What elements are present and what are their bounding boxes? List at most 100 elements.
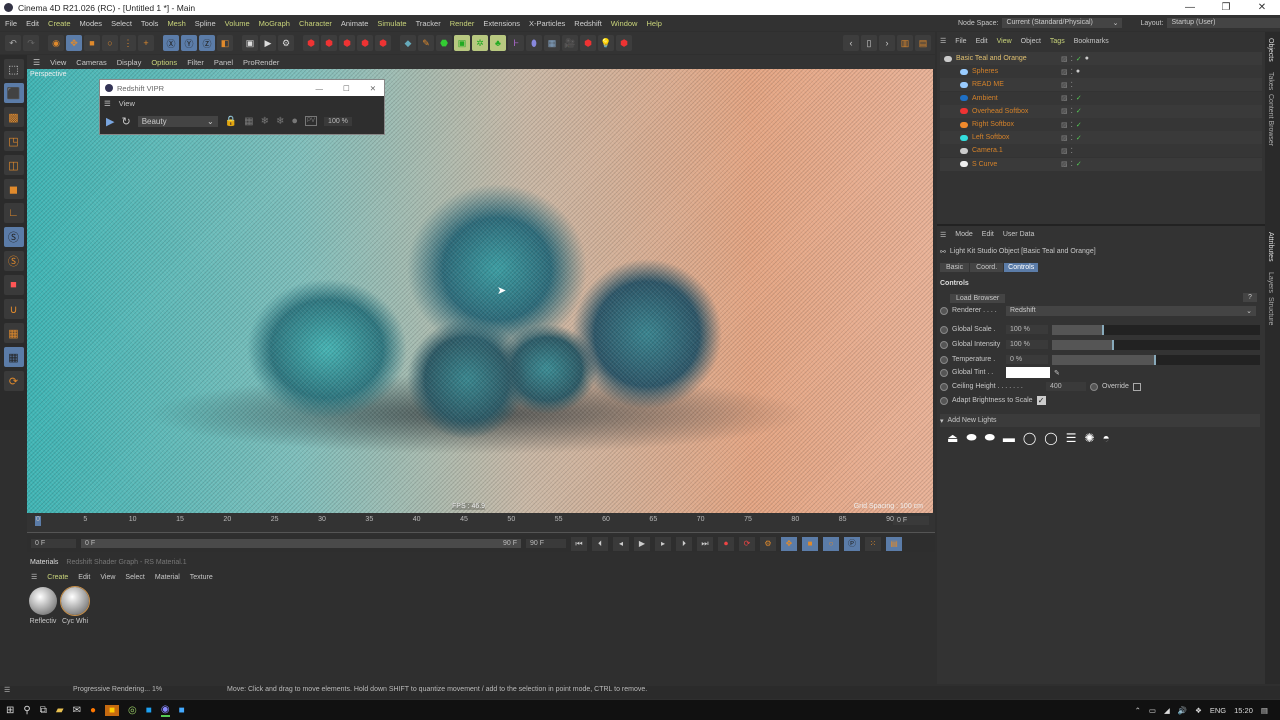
make-editable-icon[interactable]: ⬚: [3, 59, 24, 79]
vipr-close-button[interactable]: ✕: [370, 84, 376, 93]
ceiling-height-field[interactable]: 400: [1046, 382, 1086, 391]
object-row[interactable]: Spheres ▨ ⁚ ●: [940, 65, 1262, 79]
objects-menu-view[interactable]: View: [997, 38, 1012, 45]
materials-menu-select[interactable]: Select: [125, 574, 144, 581]
animate-radio[interactable]: [940, 340, 948, 349]
dropbox-icon[interactable]: ❖: [1195, 706, 1202, 715]
file-explorer-icon[interactable]: ▰: [56, 705, 64, 716]
model-mode-icon[interactable]: ⬛: [3, 83, 24, 103]
menu-help[interactable]: Help: [646, 19, 661, 28]
timeline-icon[interactable]: ▤: [886, 536, 902, 551]
minimize-button[interactable]: —: [1172, 0, 1208, 15]
light-icon[interactable]: 💡: [598, 35, 614, 51]
object-row[interactable]: S Curve ▨ ⁚ ✓: [940, 157, 1262, 171]
points-mode-icon[interactable]: ◳: [3, 131, 24, 151]
materials-menu-material[interactable]: Material: [155, 574, 180, 581]
solo-mode-icon[interactable]: Ⓢ: [3, 251, 24, 271]
node-space-dropdown[interactable]: Current (Standard/Physical) ⌄: [1002, 18, 1123, 28]
vipr-aov-dropdown[interactable]: Beauty ⌄: [137, 115, 218, 127]
material-item[interactable]: Cyc Whi: [60, 586, 90, 625]
autokey-icon[interactable]: ⟳: [739, 536, 755, 551]
material-tag-icon[interactable]: ●: [1076, 68, 1080, 76]
temperature-slider[interactable]: [1052, 354, 1260, 365]
record-keys-icon[interactable]: ⏺: [718, 536, 734, 551]
viewport-menu-cameras[interactable]: Cameras: [76, 58, 106, 67]
object-name[interactable]: Ambient: [972, 95, 1061, 102]
layer-icon[interactable]: ▨: [1061, 55, 1068, 63]
attributes-menu-mode[interactable]: Mode: [955, 231, 973, 238]
dome-light-icon[interactable]: ⬬: [966, 430, 976, 445]
redshift-texture-icon[interactable]: ⬢: [357, 35, 373, 51]
renderer-dropdown[interactable]: Redshift ⌄: [1006, 305, 1256, 316]
materials-menu-create[interactable]: Create: [47, 574, 68, 581]
side-tab-structure[interactable]: Structure: [1267, 297, 1274, 325]
sticky-notes-icon[interactable]: ■: [105, 704, 120, 716]
enabled-check-icon[interactable]: ✓: [1076, 94, 1082, 102]
live-selection-icon[interactable]: ◉: [48, 35, 64, 51]
global-scale-field[interactable]: 100 %: [1006, 325, 1048, 334]
animate-radio[interactable]: [940, 396, 948, 405]
menu-mesh[interactable]: Mesh: [167, 19, 185, 28]
object-row[interactable]: READ ME ▨ ⁚: [940, 78, 1262, 92]
attributes-hamburger-icon[interactable]: ☰: [940, 231, 946, 239]
thick-ring-light-icon[interactable]: ◯: [1044, 431, 1057, 445]
start-frame-field[interactable]: 0 F: [31, 539, 76, 548]
global-tint-swatch[interactable]: [1006, 367, 1050, 378]
redshift-render-icon[interactable]: ⬢: [303, 35, 319, 51]
viewport-hamburger-icon[interactable]: ☰: [33, 58, 40, 67]
animate-radio[interactable]: [940, 382, 948, 391]
render-view-icon[interactable]: ▣: [242, 35, 258, 51]
materials-menu-view[interactable]: View: [100, 574, 115, 581]
locked-workplane-icon[interactable]: ▦: [3, 347, 24, 367]
layer-icon[interactable]: ▨: [1061, 134, 1068, 142]
menu-extensions[interactable]: Extensions: [483, 19, 520, 28]
side-tab-content-browser[interactable]: Content Browser: [1267, 94, 1274, 146]
animate-radio[interactable]: [940, 306, 948, 315]
vipr-play-icon[interactable]: ▶: [106, 115, 114, 128]
menu-mograph[interactable]: MoGraph: [259, 19, 290, 28]
back-icon[interactable]: ‹: [843, 35, 859, 51]
object-row[interactable]: Left Softbox ▨ ⁚ ✓: [940, 131, 1262, 145]
louver-light-icon[interactable]: ☰: [1066, 431, 1077, 445]
viewport-render[interactable]: Perspective FPS : 46.9 Grid Spacing : 10…: [27, 69, 933, 513]
object-row[interactable]: Right Softbox ▨ ⁚ ✓: [940, 118, 1262, 131]
twitter-icon[interactable]: ■: [146, 705, 152, 716]
vipr-view-menu[interactable]: View: [119, 99, 135, 108]
stop-icon[interactable]: ■: [3, 275, 24, 295]
object-row[interactable]: Camera.1 ▨ ⁚: [940, 144, 1262, 158]
round-light-icon[interactable]: ⬬: [985, 430, 995, 445]
menu-modes[interactable]: Modes: [80, 19, 103, 28]
battery-icon[interactable]: ▭: [1149, 706, 1156, 715]
softbox-light-icon[interactable]: ⏏: [947, 431, 958, 445]
windows-start-icon[interactable]: ⊞: [6, 705, 14, 716]
viewport-menu-view[interactable]: View: [50, 58, 66, 67]
menu-window[interactable]: Window: [611, 19, 638, 28]
axis-mode-icon[interactable]: ∟: [3, 203, 24, 223]
firefox-icon[interactable]: ●: [90, 705, 96, 716]
go-to-end-icon[interactable]: ⏭: [697, 536, 713, 551]
subdivision-icon[interactable]: ⬣: [436, 35, 452, 51]
app-icon[interactable]: ■: [179, 705, 185, 716]
viewport-menu-options[interactable]: Options: [151, 58, 177, 67]
menu-character[interactable]: Character: [299, 19, 332, 28]
edges-mode-icon[interactable]: ◫: [3, 155, 24, 175]
mail-icon[interactable]: ✉: [73, 705, 81, 716]
materials-menu-edit[interactable]: Edit: [78, 574, 90, 581]
tray-chevron-icon[interactable]: ⌃: [1135, 706, 1141, 715]
visibility-dots-icon[interactable]: ⁚: [1071, 160, 1073, 168]
material-tag-icon[interactable]: ●: [1085, 55, 1089, 63]
objects-menu-object[interactable]: Object: [1021, 38, 1041, 45]
key-scale-icon[interactable]: ■: [802, 536, 818, 551]
camera-icon[interactable]: 🎥: [562, 35, 578, 51]
render-to-picture-viewer-icon[interactable]: ▶: [260, 35, 276, 51]
objects-menu-file[interactable]: File: [955, 38, 966, 45]
recent-tools-icon[interactable]: ⋮: [120, 35, 136, 51]
layer-icon[interactable]: ▨: [1061, 81, 1068, 89]
workplane-icon[interactable]: ▦: [3, 323, 24, 343]
menu-file[interactable]: File: [5, 19, 17, 28]
objects-menu-tags[interactable]: Tags: [1050, 38, 1065, 45]
viewport-menu-prorender[interactable]: ProRender: [243, 58, 279, 67]
enabled-check-icon[interactable]: ✓: [1076, 160, 1082, 168]
redshift-aov-icon[interactable]: ⬢: [321, 35, 337, 51]
tab-controls[interactable]: Controls: [1004, 263, 1039, 272]
